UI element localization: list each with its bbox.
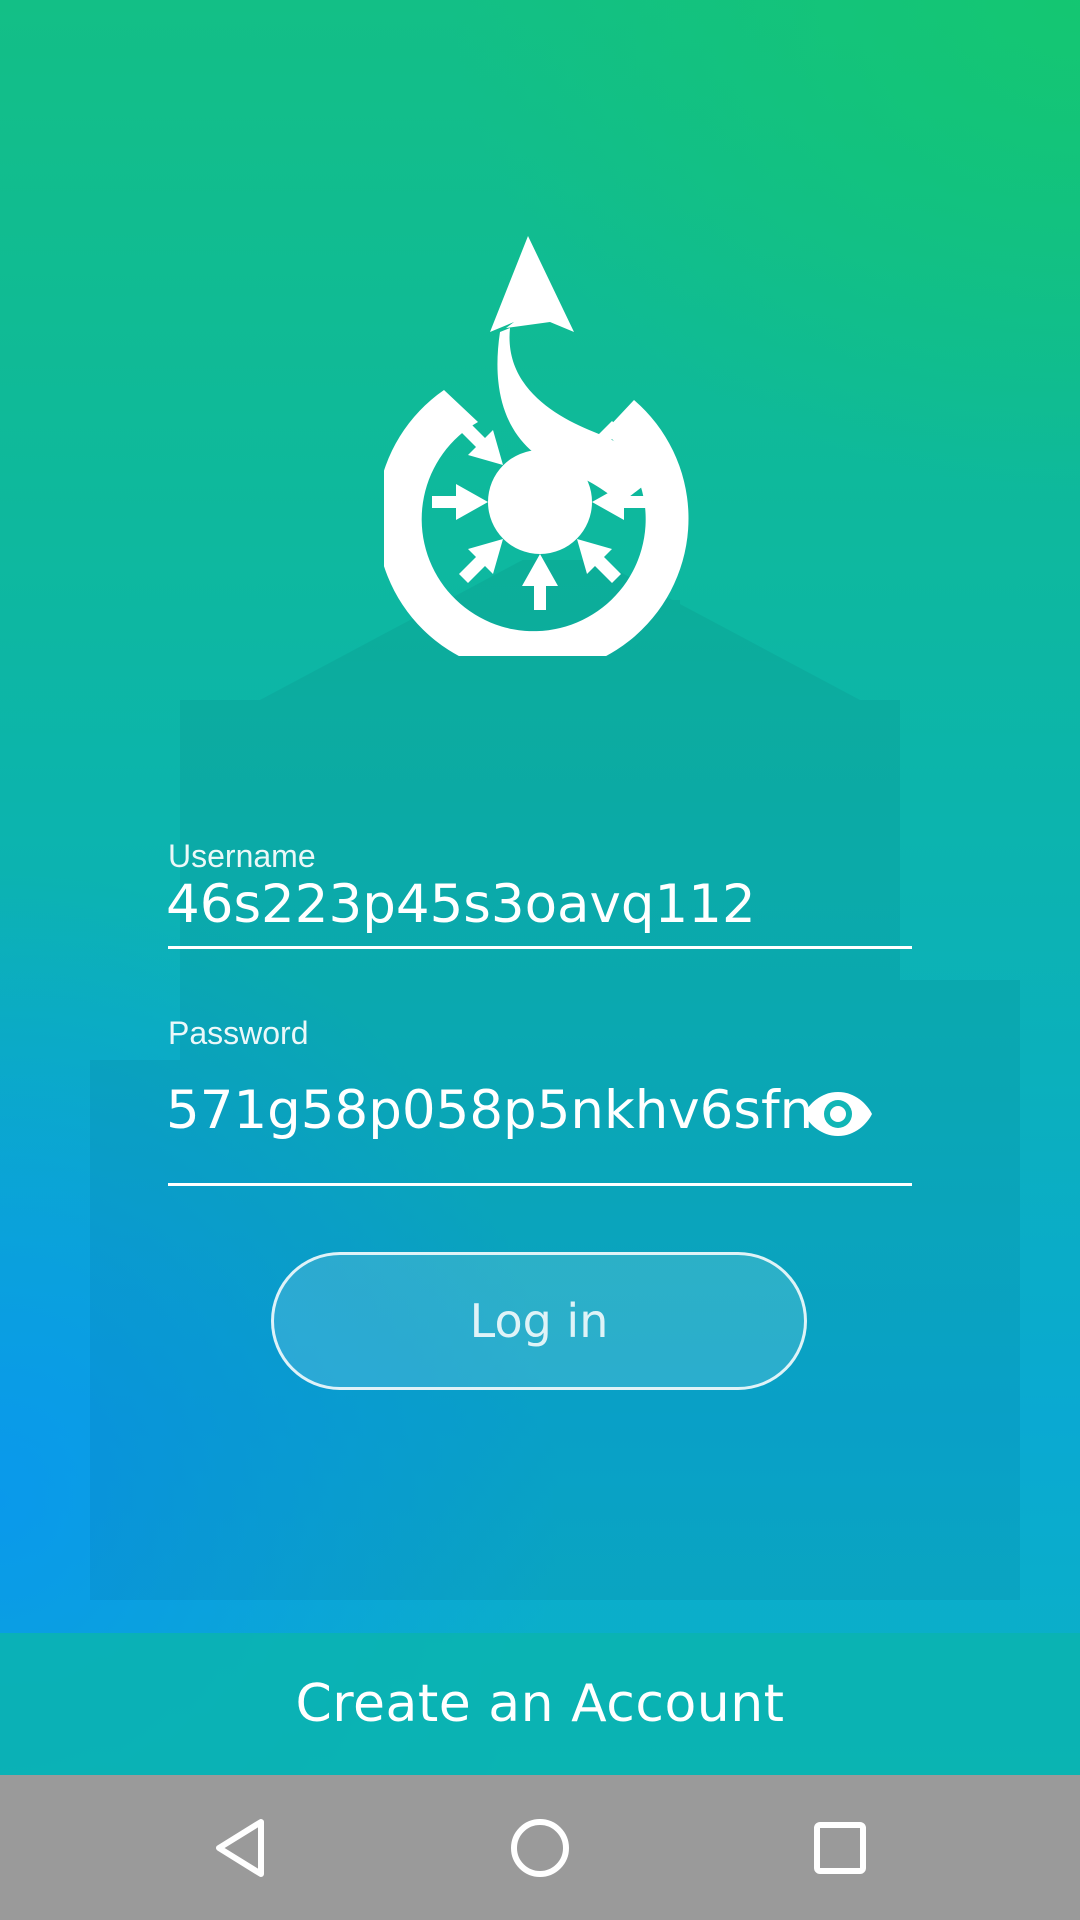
eye-icon: [804, 1092, 872, 1136]
password-label: Password: [168, 1015, 309, 1051]
back-triangle-icon: [216, 1818, 264, 1877]
commons-logo: [384, 236, 689, 656]
recents-square-icon: [814, 1821, 866, 1874]
password-field[interactable]: 571g58p058p5nkhv6sfn: [166, 1080, 813, 1141]
create-account-bar[interactable]: Create an Account: [0, 1633, 1080, 1775]
username-field[interactable]: 46s223p45s3oavq112: [166, 874, 756, 935]
nav-back-button[interactable]: [166, 1775, 316, 1920]
password-visibility-toggle[interactable]: [800, 1082, 876, 1146]
nav-home-button[interactable]: [465, 1775, 615, 1920]
username-underline: [168, 946, 912, 949]
nav-recents-button[interactable]: [765, 1775, 915, 1920]
password-underline: [168, 1183, 912, 1186]
create-account-label: Create an Account: [295, 1674, 785, 1734]
home-circle-icon: [511, 1818, 569, 1877]
username-label: Username: [168, 838, 316, 874]
login-button[interactable]: Log in: [271, 1252, 807, 1390]
system-navigation-bar: [0, 1775, 1080, 1920]
login-screen: Username 46s223p45s3oavq112 Password 571…: [0, 0, 1080, 1775]
